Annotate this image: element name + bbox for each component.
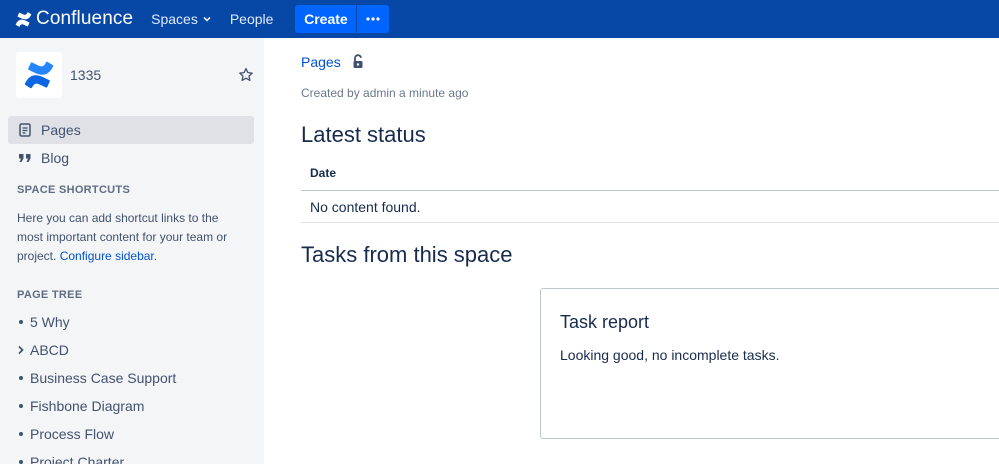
table-row: No content found. — [301, 191, 999, 223]
date-column-header[interactable]: Date — [310, 166, 336, 180]
top-navigation-bar: Confluence Spaces People Create — [0, 0, 999, 38]
tree-item-label: Project Charter — [30, 454, 125, 464]
quote-icon — [17, 153, 33, 163]
space-shortcuts-heading: SPACE SHORTCUTS — [17, 184, 131, 196]
create-more-button[interactable] — [357, 5, 390, 33]
status-table-header: Date — [301, 158, 999, 191]
confluence-logo-link[interactable]: Confluence — [15, 8, 133, 30]
empty-message: No content found. — [310, 199, 421, 215]
brand-name: Confluence — [36, 8, 134, 29]
unlock-icon[interactable] — [351, 54, 365, 75]
bullet-icon — [17, 432, 25, 436]
bullet-icon — [17, 404, 25, 408]
tree-item-label: Fishbone Diagram — [30, 398, 145, 414]
create-button[interactable]: Create — [295, 5, 357, 33]
tasks-heading: Tasks from this space — [301, 242, 513, 267]
space-logo[interactable] — [16, 52, 62, 98]
star-icon[interactable] — [238, 67, 254, 88]
space-sidebar: 1335 Pages Blog SPACE SHORTCUTS Here you… — [0, 38, 264, 464]
spaces-label: Spaces — [151, 11, 198, 27]
space-name[interactable]: 1335 — [70, 67, 101, 83]
chevron-right-icon[interactable] — [17, 345, 25, 355]
chevron-down-icon — [202, 14, 212, 24]
sidebar-item-pages[interactable]: Pages — [8, 116, 254, 144]
breadcrumb[interactable]: Pages — [301, 54, 341, 70]
tree-item-label: 5 Why — [30, 314, 70, 330]
task-report-text: Looking good, no incomplete tasks. — [560, 347, 780, 363]
tree-item[interactable]: Business Case Support — [17, 368, 176, 388]
sidebar-item-blog[interactable]: Blog — [8, 144, 254, 172]
configure-sidebar-link[interactable]: Configure sidebar — [60, 249, 154, 263]
bullet-icon — [17, 460, 25, 464]
tree-item-label: Business Case Support — [30, 370, 177, 386]
bullet-icon — [17, 376, 25, 380]
space-shortcuts-description: Here you can add shortcut links to the m… — [17, 209, 247, 266]
tree-item[interactable]: 5 Why — [17, 312, 70, 332]
sidebar-item-label: Pages — [41, 122, 81, 138]
spaces-menu[interactable]: Spaces — [151, 11, 212, 27]
tree-item[interactable]: Project Charter — [17, 452, 124, 464]
task-report-panel: Task report Looking good, no incomplete … — [540, 288, 999, 439]
page-tree-heading: PAGE TREE — [17, 289, 83, 301]
sidebar-item-label: Blog — [41, 150, 70, 166]
latest-status-heading: Latest status — [301, 122, 426, 147]
more-horizontal-icon — [366, 17, 381, 21]
page-icon — [17, 123, 33, 137]
tree-item[interactable]: ABCD — [17, 340, 69, 360]
confluence-logo-icon — [15, 11, 32, 27]
bullet-icon — [17, 320, 25, 324]
tree-item-label: Process Flow — [30, 426, 115, 442]
page-byline: Created by admin a minute ago — [301, 86, 469, 100]
confluence-space-icon — [24, 61, 54, 89]
task-report-title: Task report — [560, 312, 650, 332]
tree-item[interactable]: Fishbone Diagram — [17, 396, 144, 416]
people-link[interactable]: People — [230, 11, 274, 27]
tree-item-label: ABCD — [30, 342, 69, 358]
shortcuts-period: . — [153, 249, 158, 263]
tree-item[interactable]: Process Flow — [17, 424, 114, 444]
